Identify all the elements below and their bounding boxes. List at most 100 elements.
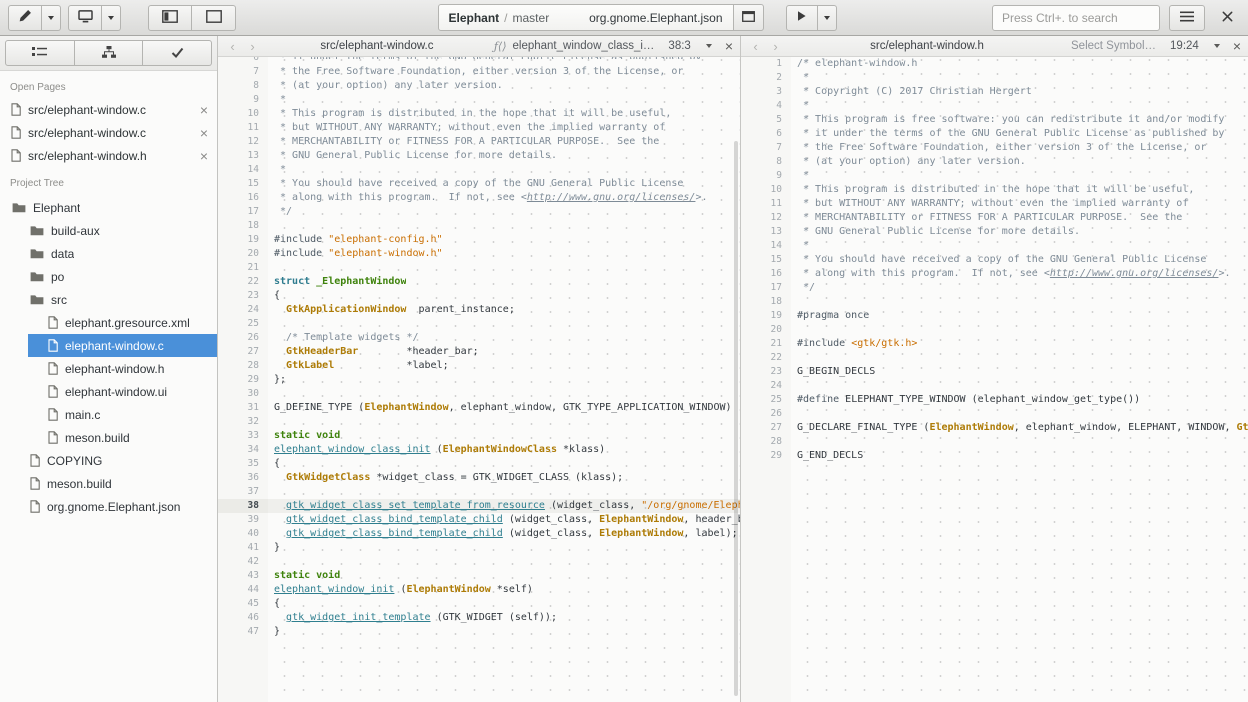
open-page-label: src/elephant-window.c [28, 103, 193, 117]
code-line: 32 [218, 415, 740, 429]
file-icon [48, 316, 58, 329]
function-symbol-icon: ƒ⟨⟩ [494, 40, 507, 53]
close-icon [1222, 10, 1233, 25]
code-line: 47} [218, 625, 740, 639]
device-menu-button[interactable] [102, 5, 121, 31]
tab-build-checks[interactable] [143, 40, 212, 66]
tab-project-tree[interactable] [75, 40, 144, 66]
omnibar-group: Elephant / master org.gnome.Elephant.jso… [438, 4, 764, 31]
tree-file-item[interactable]: meson.build [0, 426, 217, 449]
device-selector [68, 5, 121, 31]
code-line: 12 * MERCHANTABILITY or FITNESS FOR A PA… [741, 211, 1248, 225]
nav-forward-button[interactable]: › [768, 40, 783, 53]
branch-name: master [513, 11, 550, 25]
tab-open-pages[interactable] [5, 40, 75, 66]
tree-file-item[interactable]: elephant-window.ui [0, 380, 217, 403]
code-line: 6 * it under the terms of the GNU Genera… [218, 57, 740, 65]
open-page-item[interactable]: src/elephant-window.c × [0, 98, 217, 121]
toggle-left-panel-button[interactable] [148, 5, 192, 31]
code-line: 28 [741, 435, 1248, 449]
code-line: 27G_DECLARE_FINAL_TYPE (ElephantWindow, … [741, 421, 1248, 435]
code-line: 16 * along with this program. If not, se… [218, 191, 740, 205]
nav-back-button[interactable]: ‹ [748, 40, 763, 53]
code-line: 9 * [218, 93, 740, 107]
file-icon [11, 149, 21, 162]
symbol-menu-button[interactable]: Select Symbol… [1071, 40, 1156, 52]
close-page-button[interactable]: × [200, 149, 208, 163]
nav-forward-button[interactable]: › [245, 40, 260, 53]
global-search-input[interactable] [992, 5, 1160, 31]
code-editor[interactable]: 1/* elephant-window.h2 *3 * Copyright (C… [741, 57, 1248, 702]
checkmark-icon [171, 46, 184, 61]
code-line: 24 GtkApplicationWindow parent_instance; [218, 303, 740, 317]
tree-file-item[interactable]: COPYING [0, 449, 217, 472]
build-configuration-button[interactable] [734, 4, 764, 31]
code-line: 33static void [218, 429, 740, 443]
vertical-scrollbar[interactable] [734, 141, 738, 696]
window-close-button[interactable] [1214, 5, 1240, 31]
code-line: 21#include <gtk/gtk.h> [741, 337, 1248, 351]
device-selector-button[interactable] [68, 5, 102, 31]
run-button[interactable] [786, 5, 818, 31]
code-line: 2 * [741, 71, 1248, 85]
code-line: 19#include "elephant-config.h" [218, 233, 740, 247]
toggle-bottom-panel-button[interactable] [192, 5, 236, 31]
run-menu-button[interactable] [818, 5, 837, 31]
code-line: 31G_DEFINE_TYPE (ElephantWindow, elephan… [218, 401, 740, 415]
tree-folder-item[interactable]: data [0, 242, 217, 265]
open-pages-list: src/elephant-window.c×src/elephant-windo… [0, 98, 217, 167]
perspective-button[interactable] [8, 5, 42, 31]
code-line: 41} [218, 541, 740, 555]
code-line: 11 * but WITHOUT ANY WARRANTY; without e… [741, 197, 1248, 211]
omnibar[interactable]: Elephant / master org.gnome.Elephant.jso… [438, 4, 734, 31]
perspective-menu-button[interactable] [42, 5, 61, 31]
code-line: 20#include "elephant-window.h" [218, 247, 740, 261]
code-line: 13 * GNU General Public License for more… [218, 149, 740, 163]
code-line: 18 [741, 295, 1248, 309]
close-page-button[interactable]: × [200, 103, 208, 117]
tree-file-item[interactable]: elephant.gresource.xml [0, 311, 217, 334]
file-icon [48, 408, 58, 421]
open-pages-section-label: Open Pages [0, 71, 217, 98]
editor-options-button[interactable] [1211, 44, 1223, 48]
editor-options-button[interactable] [703, 44, 715, 48]
code-line: 43static void [218, 569, 740, 583]
symbol-menu-button[interactable]: elephant_window_class_i… [513, 40, 655, 52]
tree-file-item[interactable]: elephant-window.c [0, 334, 217, 357]
panel-toggles [148, 5, 236, 31]
code-line: 1/* elephant-window.h [741, 57, 1248, 71]
tree-folder-item[interactable]: src [0, 288, 217, 311]
close-editor-button[interactable]: × [1233, 39, 1241, 53]
file-icon [48, 339, 58, 352]
code-line: 10 * This program is distributed in the … [741, 183, 1248, 197]
computer-icon [78, 10, 93, 26]
code-line: 36 GtkWidgetClass *widget_class = GTK_WI… [218, 471, 740, 485]
tree-folder-item[interactable]: po [0, 265, 217, 288]
code-line: 13 * GNU General Public License for more… [741, 225, 1248, 239]
folder-icon [30, 271, 44, 282]
close-page-button[interactable]: × [200, 126, 208, 140]
code-line: 15 * You should have received a copy of … [218, 177, 740, 191]
open-page-item[interactable]: src/elephant-window.c× [0, 121, 217, 144]
cursor-position: 19:24 [1170, 40, 1199, 52]
nav-back-button[interactable]: ‹ [225, 40, 240, 53]
menu-button[interactable] [1169, 5, 1205, 31]
main-area: Open Pages src/elephant-window.c×src/ele… [0, 36, 1248, 702]
editor-title: src/elephant-window.c [265, 40, 489, 52]
tree-folder-item[interactable]: Elephant [0, 196, 217, 219]
tree-file-item[interactable]: main.c [0, 403, 217, 426]
code-editor[interactable]: 6 * it under the terms of the GNU Genera… [218, 57, 740, 702]
code-line: 44elephant_window_init (ElephantWindow *… [218, 583, 740, 597]
tree-folder-item[interactable]: build-aux [0, 219, 217, 242]
close-editor-button[interactable]: × [725, 39, 733, 53]
tree-file-item[interactable]: meson.build [0, 472, 217, 495]
project-tree-icon [102, 46, 116, 61]
code-line: 30 [218, 387, 740, 401]
editor-pane-right: ‹ › src/elephant-window.h Select Symbol…… [740, 36, 1248, 702]
app-window-icon [742, 10, 755, 25]
tree-file-item[interactable]: elephant-window.h [0, 357, 217, 380]
tree-file-item[interactable]: org.gnome.Elephant.json [0, 495, 217, 518]
open-page-item[interactable]: src/elephant-window.h× [0, 144, 217, 167]
code-line: 18 [218, 219, 740, 233]
code-line: 39 gtk_widget_class_bind_template_child … [218, 513, 740, 527]
